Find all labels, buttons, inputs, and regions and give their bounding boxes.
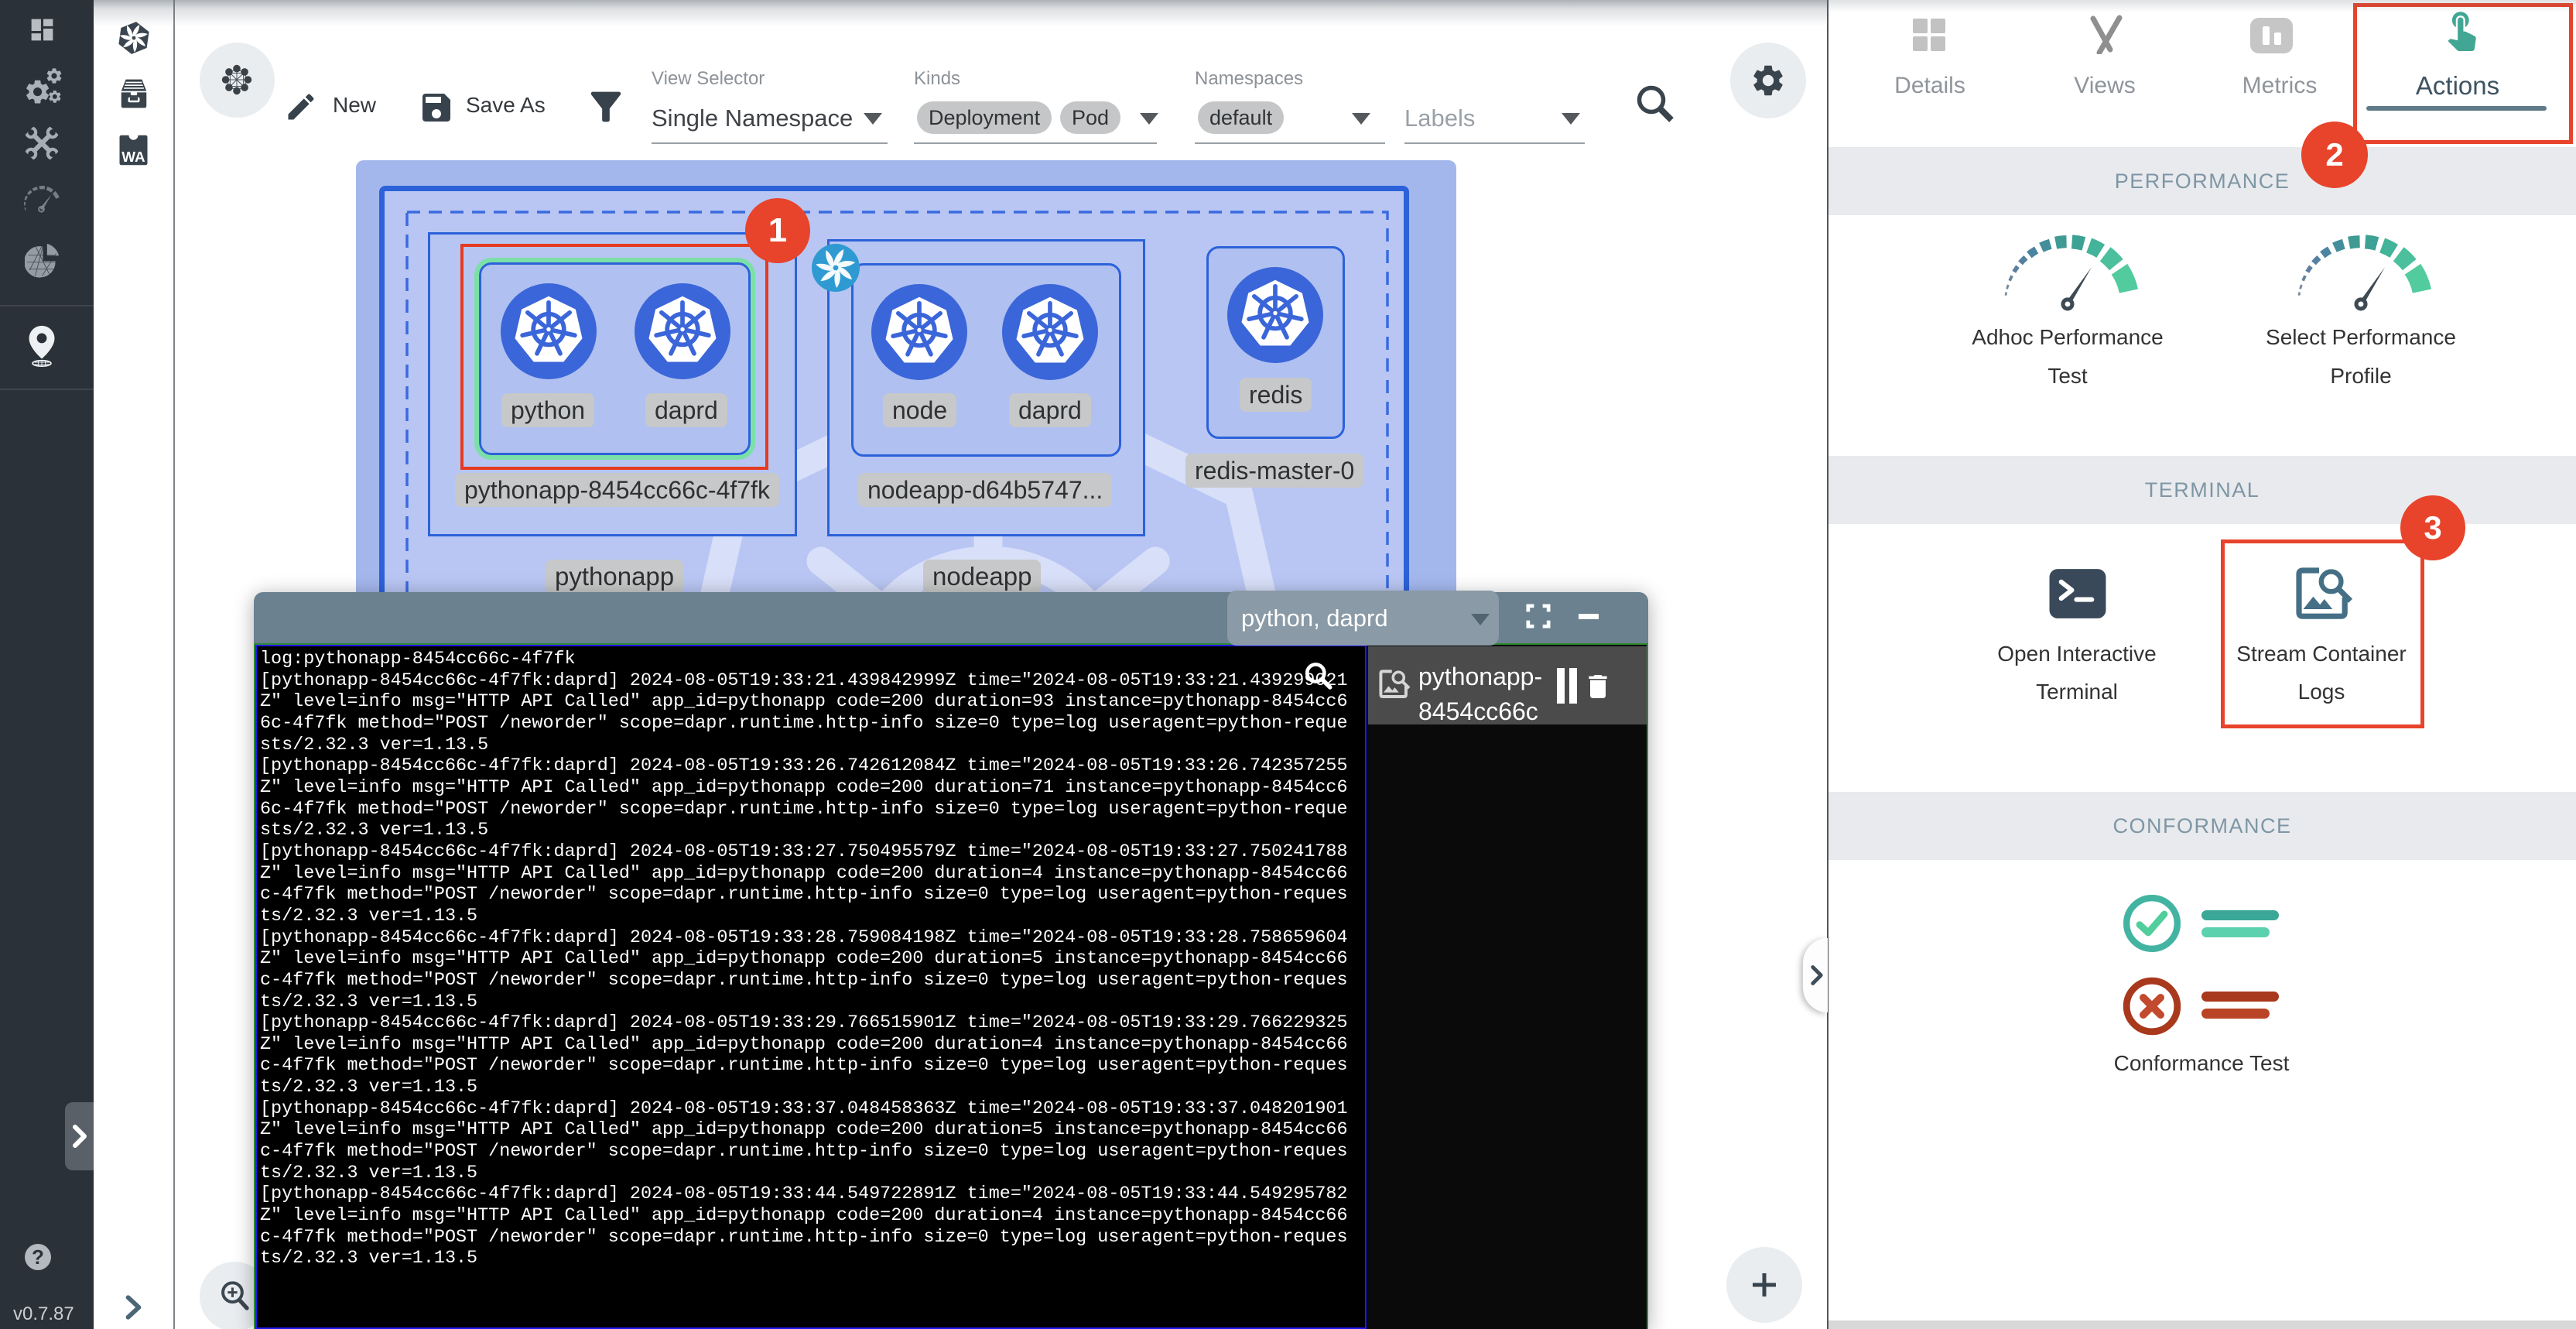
svg-text:WA: WA (121, 149, 145, 165)
